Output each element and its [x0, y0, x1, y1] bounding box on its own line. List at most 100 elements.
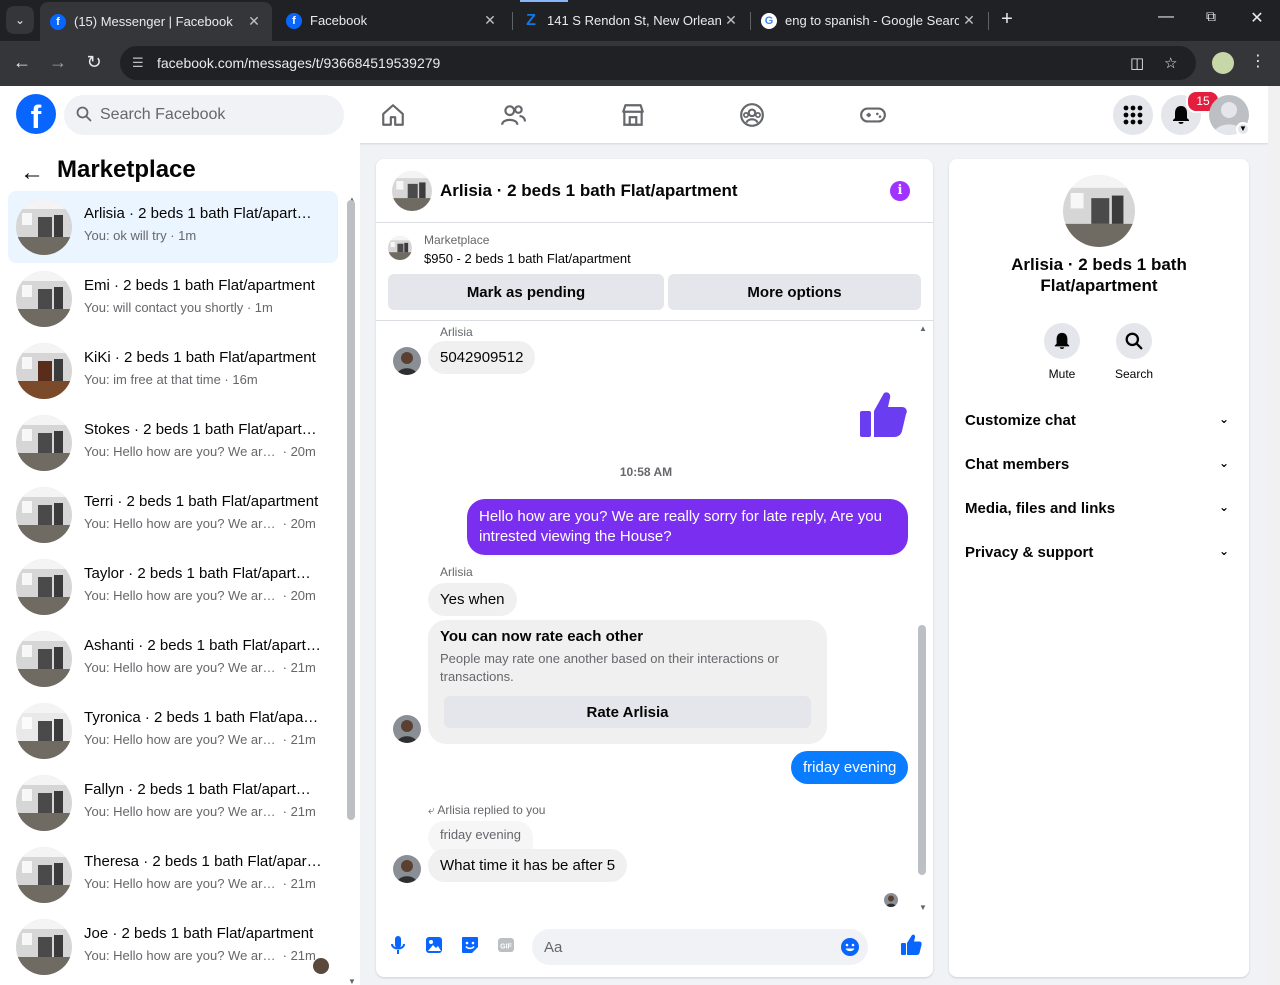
message-bubble-outgoing[interactable]: Hello how are you? We are really sorry f… — [467, 499, 908, 555]
gaming-icon[interactable] — [859, 102, 887, 128]
tab-zillow[interactable]: Z 141 S Rendon St, New Orleans, L ✕ — [513, 0, 749, 41]
mark-as-pending-button[interactable]: Mark as pending — [388, 274, 664, 310]
scroll-down-arrow[interactable]: ▼ — [348, 977, 356, 985]
sticker-icon[interactable] — [460, 935, 480, 955]
tab-facebook[interactable]: f Facebook ✕ — [276, 0, 508, 41]
bookmark-star-icon[interactable]: ☆ — [1164, 54, 1177, 72]
search-conversation-button[interactable]: Search — [1098, 323, 1170, 381]
listing-title[interactable]: $950 - 2 beds 1 bath Flat/apartment — [424, 251, 631, 266]
customize-chat-section[interactable]: Customize chat ⌄ — [965, 412, 1233, 440]
new-tab-button[interactable]: + — [995, 8, 1019, 31]
reload-icon[interactable]: ↻ — [82, 52, 106, 73]
chevron-down-icon[interactable]: ▼ — [1236, 122, 1250, 136]
thumbs-up-icon[interactable] — [858, 389, 908, 439]
message-composer: GIF — [376, 913, 933, 977]
facebook-logo[interactable]: f — [16, 94, 56, 134]
media-files-links-section[interactable]: Media, files and links ⌄ — [965, 500, 1233, 528]
chat-avatar[interactable] — [392, 171, 432, 211]
conversation-item[interactable]: Tyronica · 2 beds 1 bath Flat/apartment Y… — [8, 695, 338, 767]
message-input-box[interactable] — [532, 929, 868, 965]
reply-arrow-icon: ⤶ — [428, 803, 435, 817]
tab-google[interactable]: G eng to spanish - Google Search ✕ — [751, 0, 987, 41]
tab-search-button[interactable]: ⌄ — [6, 6, 34, 34]
rate-each-other-card: You can now rate each other People may r… — [428, 620, 827, 744]
conversation-name: Joe · 2 beds 1 bath Flat/apartment — [84, 925, 314, 942]
marketplace-icon[interactable] — [620, 102, 646, 128]
sidebar-scrollbar[interactable] — [347, 200, 355, 820]
scroll-up-arrow[interactable]: ▲ — [919, 324, 927, 333]
conversation-item[interactable]: Taylor · 2 beds 1 bath Flat/apartment You… — [8, 551, 338, 623]
conversation-preview: You: Hello how are you? We are really so… — [84, 732, 316, 747]
emoji-icon[interactable] — [840, 937, 860, 957]
window-close-icon[interactable]: ✕ — [1245, 8, 1269, 28]
rate-button[interactable]: Rate Arlisia — [444, 696, 811, 728]
conversation-name: Stokes · 2 beds 1 bath Flat/apartment — [84, 421, 322, 438]
conversation-name: Tyronica · 2 beds 1 bath Flat/apartment — [84, 709, 322, 726]
conversation-item[interactable]: Arlisia · 2 beds 1 bath Flat/apartment Yo… — [8, 191, 338, 263]
listing-thumbnail[interactable] — [388, 236, 412, 260]
browser-tab-bar: ⌄ f (15) Messenger | Facebook ✕ f Facebo… — [0, 0, 1280, 41]
scroll-down-arrow[interactable]: ▼ — [919, 903, 927, 912]
install-app-icon[interactable]: ◫ — [1130, 54, 1144, 72]
peer-avatar[interactable] — [393, 855, 421, 883]
peer-avatar[interactable] — [393, 715, 421, 743]
conversation-item[interactable]: Joe · 2 beds 1 bath Flat/apartment You: H… — [8, 911, 338, 983]
groups-icon[interactable] — [739, 102, 765, 128]
info-icon[interactable]: i — [890, 181, 910, 201]
back-icon[interactable]: ← — [10, 52, 34, 73]
listing-thumbnail — [16, 919, 72, 975]
message-bubble-incoming[interactable]: What time it has be after 5 — [428, 849, 628, 882]
minimize-icon[interactable]: — — [1154, 8, 1178, 26]
message-bubble-incoming[interactable]: Yes when — [428, 583, 517, 616]
mute-button[interactable]: Mute — [1026, 323, 1098, 381]
conversation-item[interactable]: Theresa · 2 beds 1 bath Flat/apartment Yo… — [8, 839, 338, 911]
back-arrow-icon[interactable]: ← — [20, 159, 44, 187]
conversation-item[interactable]: Fallyn · 2 beds 1 bath Flat/apartment You… — [8, 767, 338, 839]
chat-panel: Arlisia · 2 beds 1 bath Flat/apartment i… — [376, 159, 933, 977]
restore-icon[interactable]: ⧉ — [1199, 8, 1223, 25]
close-tab-icon[interactable]: ✕ — [480, 12, 500, 29]
menu-button[interactable] — [1113, 95, 1153, 135]
browser-profile-avatar[interactable] — [1212, 52, 1234, 74]
friends-icon[interactable] — [500, 102, 526, 128]
google-icon: G — [761, 12, 777, 29]
conversation-item[interactable]: Stokes · 2 beds 1 bath Flat/apartment You… — [8, 407, 338, 479]
microphone-icon[interactable] — [388, 935, 408, 955]
home-icon[interactable] — [380, 102, 406, 128]
conversation-name: Theresa · 2 beds 1 bath Flat/apartment — [84, 853, 322, 870]
page-scrollbar[interactable] — [1268, 86, 1280, 985]
conversation-item[interactable]: Emi · 2 beds 1 bath Flat/apartment You: w… — [8, 263, 338, 335]
marketplace-label: Marketplace — [424, 233, 490, 247]
message-bubble-outgoing[interactable]: friday evening — [791, 751, 909, 784]
message-input[interactable] — [544, 929, 834, 965]
address-bar[interactable]: ☰ facebook.com/messages/t/93668451953927… — [120, 46, 1196, 80]
browser-menu-icon[interactable]: ⋮ — [1250, 51, 1266, 71]
chat-members-section[interactable]: Chat members ⌄ — [965, 456, 1233, 484]
conversation-name: Emi · 2 beds 1 bath Flat/apartment — [84, 277, 315, 294]
tab-messenger[interactable]: f (15) Messenger | Facebook ✕ — [40, 2, 272, 41]
message-bubble-incoming[interactable]: 5042909512 — [428, 341, 536, 374]
close-tab-icon[interactable]: ✕ — [959, 12, 979, 29]
photo-icon[interactable] — [424, 935, 444, 955]
chat-scrollbar[interactable] — [918, 625, 926, 875]
search-box[interactable] — [64, 95, 344, 135]
chat-title[interactable]: Arlisia · 2 beds 1 bath Flat/apartment — [440, 181, 738, 201]
gif-icon[interactable]: GIF — [496, 935, 516, 955]
search-input[interactable] — [100, 95, 330, 135]
conversation-avatar[interactable] — [1063, 175, 1135, 247]
conversation-item[interactable]: Ashanti · 2 beds 1 bath Flat/apartment Yo… — [8, 623, 338, 695]
conversation-item[interactable]: KiKi · 2 beds 1 bath Flat/apartment You: … — [8, 335, 338, 407]
reply-indicator: ⤶ Arlisia replied to you — [428, 803, 546, 817]
listing-thumbnail — [16, 559, 72, 615]
facebook-icon: f — [50, 13, 66, 30]
forward-icon[interactable]: → — [46, 52, 70, 73]
like-icon[interactable] — [900, 934, 922, 956]
site-settings-icon[interactable]: ☰ — [132, 55, 144, 71]
peer-avatar[interactable] — [393, 347, 421, 375]
conversation-item[interactable]: Terri · 2 beds 1 bath Flat/apartment You:… — [8, 479, 338, 551]
privacy-support-section[interactable]: Privacy & support ⌄ — [965, 544, 1233, 572]
close-tab-icon[interactable]: ✕ — [244, 13, 264, 30]
listing-thumbnail — [16, 631, 72, 687]
more-options-button[interactable]: More options — [668, 274, 921, 310]
close-tab-icon[interactable]: ✕ — [721, 12, 741, 29]
